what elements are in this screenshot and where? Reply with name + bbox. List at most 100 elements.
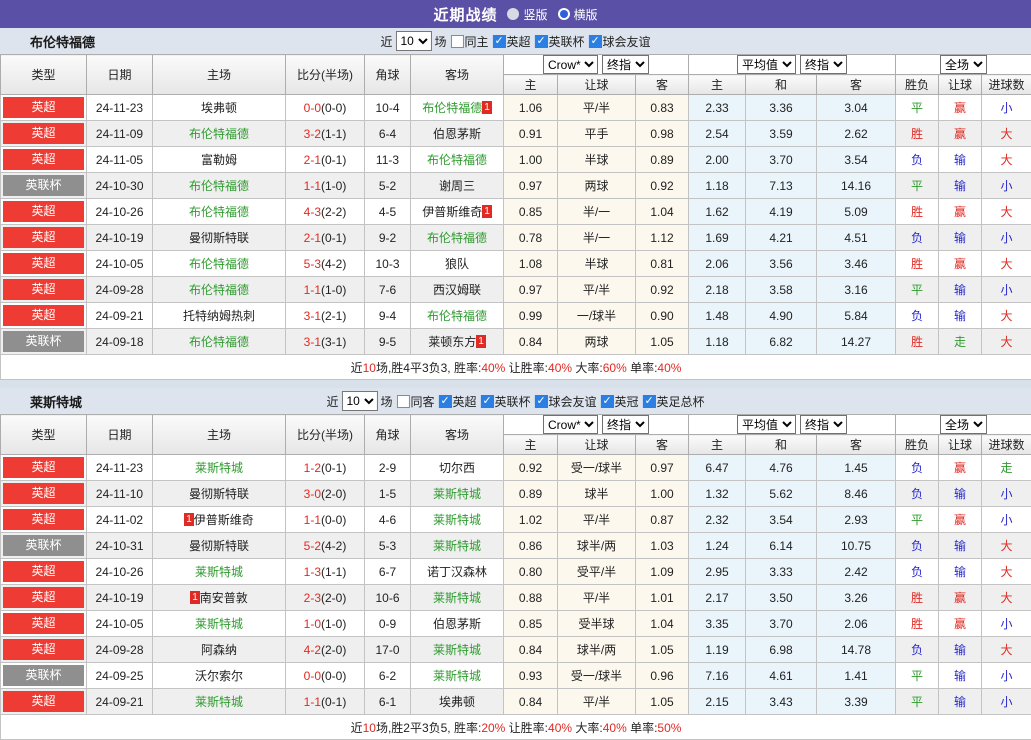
table-row: 英联杯24-10-30布伦特福德1-1(1-0)5-2谢周三0.97两球0.92… bbox=[1, 173, 1031, 199]
result-goals: 大 bbox=[982, 329, 1031, 355]
corner-count: 9-2 bbox=[365, 225, 411, 251]
score-cell: 5-3(4-2) bbox=[286, 251, 365, 277]
match-date: 24-10-31 bbox=[87, 533, 153, 559]
team-label: 埃弗顿 bbox=[201, 101, 237, 115]
league-badge: 英超 bbox=[3, 279, 84, 300]
avg-away: 3.04 bbox=[817, 95, 896, 121]
avg-draw: 4.90 bbox=[746, 303, 817, 329]
score-cell: 2-1(0-1) bbox=[286, 147, 365, 173]
fulltime-score: 2-3 bbox=[304, 591, 321, 605]
match-date: 24-10-26 bbox=[87, 559, 153, 585]
summary-segment: 近 bbox=[351, 721, 363, 735]
home-team: 阿森纳 bbox=[153, 637, 286, 663]
layout-radio-horizontal[interactable]: 横版 bbox=[558, 6, 598, 23]
table-row: 英超24-11-10曼彻斯特联3-0(2-0)1-5莱斯特城0.89球半1.00… bbox=[1, 481, 1031, 507]
bookmaker-select[interactable]: Crow* bbox=[543, 415, 598, 434]
odds-away: 0.83 bbox=[636, 95, 689, 121]
odds-away: 0.92 bbox=[636, 277, 689, 303]
filter-checkbox-英超[interactable]: 英超 bbox=[489, 33, 531, 50]
fulltime-score: 1-0 bbox=[304, 617, 321, 631]
avg-draw: 3.36 bbox=[746, 95, 817, 121]
fulltime-select[interactable]: 全场 bbox=[940, 55, 987, 74]
result-handicap: 赢 bbox=[939, 585, 982, 611]
filter-checkbox-英超[interactable]: 英超 bbox=[434, 393, 476, 410]
team-label: 莱顿东方 bbox=[428, 335, 476, 349]
away-team: 埃弗顿 bbox=[411, 689, 504, 715]
table-row: 英超24-09-28布伦特福德1-1(1-0)7-6西汉姆联0.97平/半0.9… bbox=[1, 277, 1031, 303]
team-label: 阿森纳 bbox=[201, 643, 237, 657]
summary-segment: 场,胜2平3负5, 胜率: bbox=[376, 721, 481, 735]
average-select[interactable]: 平均值 bbox=[737, 415, 796, 434]
checkbox-checked-icon bbox=[438, 395, 451, 408]
summary-segment: 20% bbox=[481, 721, 505, 735]
final-odds-select[interactable]: 终指 bbox=[602, 55, 649, 74]
filter-checkbox-英足总杯[interactable]: 英足总杯 bbox=[639, 393, 705, 410]
filter-checkbox-球会友谊[interactable]: 球会友谊 bbox=[531, 393, 597, 410]
layout-radio-vertical[interactable]: 竖版 bbox=[507, 6, 547, 23]
match-count-select[interactable]: 10 bbox=[341, 391, 377, 411]
score-cell: 3-2(1-1) bbox=[286, 121, 365, 147]
result-outcome: 胜 bbox=[896, 121, 939, 147]
fulltime-select[interactable]: 全场 bbox=[940, 415, 987, 434]
team-label: 埃弗顿 bbox=[439, 695, 475, 709]
checkbox-label: 球会友谊 bbox=[549, 393, 597, 410]
summary-segment: 大率: bbox=[572, 361, 603, 375]
filter-checkbox-球会友谊[interactable]: 球会友谊 bbox=[585, 33, 651, 50]
away-team: 布伦特福德 bbox=[411, 147, 504, 173]
final-avg-select[interactable]: 终指 bbox=[800, 415, 847, 434]
checkbox-checked-icon bbox=[535, 395, 548, 408]
avg-draw: 4.61 bbox=[746, 663, 817, 689]
team-label: 莱斯特城 bbox=[195, 565, 243, 579]
odds-handicap: 受一/球半 bbox=[558, 455, 636, 481]
fulltime-score: 4-3 bbox=[304, 205, 321, 219]
odds-home: 1.08 bbox=[504, 251, 558, 277]
odds-handicap: 两球 bbox=[558, 329, 636, 355]
result-handicap: 赢 bbox=[939, 611, 982, 637]
col-odds-handicap: 让球 bbox=[558, 75, 636, 95]
summary-segment: 10 bbox=[363, 361, 376, 375]
final-avg-select[interactable]: 终指 bbox=[800, 55, 847, 74]
odds-away: 0.81 bbox=[636, 251, 689, 277]
filter-checkbox-英联杯[interactable]: 英联杯 bbox=[477, 393, 531, 410]
result-outcome: 负 bbox=[896, 481, 939, 507]
home-team: 布伦特福德 bbox=[153, 173, 286, 199]
result-outcome: 负 bbox=[896, 147, 939, 173]
team-label: 莱斯特城 bbox=[195, 695, 243, 709]
match-date: 24-10-30 bbox=[87, 173, 153, 199]
league-cell: 英联杯 bbox=[1, 329, 87, 355]
match-count-select[interactable]: 10 bbox=[395, 31, 431, 51]
league-badge: 英超 bbox=[3, 201, 84, 222]
score-cell: 1-2(0-1) bbox=[286, 455, 365, 481]
avg-draw: 3.33 bbox=[746, 559, 817, 585]
team-label: 诺丁汉森林 bbox=[427, 565, 487, 579]
result-handicap: 赢 bbox=[939, 507, 982, 533]
col-result-wdl: 胜负 bbox=[896, 75, 939, 95]
result-select-group: 全场 bbox=[896, 55, 1031, 75]
col-avg-draw: 和 bbox=[746, 435, 817, 455]
avg-away: 2.62 bbox=[817, 121, 896, 147]
filter-checkbox-同主[interactable]: 同主 bbox=[446, 33, 488, 50]
team-label: 布伦特福德 bbox=[189, 205, 249, 219]
filter-checkbox-英联杯[interactable]: 英联杯 bbox=[531, 33, 585, 50]
summary-segment: 让胜率: bbox=[505, 361, 548, 375]
result-handicap: 输 bbox=[939, 559, 982, 585]
corner-count: 6-7 bbox=[365, 559, 411, 585]
result-handicap: 输 bbox=[939, 303, 982, 329]
team-label: 莱斯特城 bbox=[433, 669, 481, 683]
odds-handicap: 球半/两 bbox=[558, 637, 636, 663]
filter-checkbox-英冠[interactable]: 英冠 bbox=[597, 393, 639, 410]
fulltime-score: 3-2 bbox=[304, 127, 321, 141]
avg-select-group: 平均值终指 bbox=[689, 415, 896, 435]
away-team: 切尔西 bbox=[411, 455, 504, 481]
final-odds-select[interactable]: 终指 bbox=[602, 415, 649, 434]
bookmaker-select[interactable]: Crow* bbox=[543, 55, 598, 74]
checkbox-label: 同主 bbox=[464, 33, 488, 50]
filter-checkbox-同客[interactable]: 同客 bbox=[392, 393, 434, 410]
odds-away: 0.97 bbox=[636, 455, 689, 481]
result-handicap: 赢 bbox=[939, 455, 982, 481]
checkbox-checked-icon bbox=[601, 395, 614, 408]
odds-home: 0.97 bbox=[504, 173, 558, 199]
avg-home: 2.15 bbox=[689, 689, 746, 715]
average-select[interactable]: 平均值 bbox=[737, 55, 796, 74]
table-row: 英超24-09-21莱斯特城1-1(0-1)6-1埃弗顿0.84平/半1.052… bbox=[1, 689, 1031, 715]
